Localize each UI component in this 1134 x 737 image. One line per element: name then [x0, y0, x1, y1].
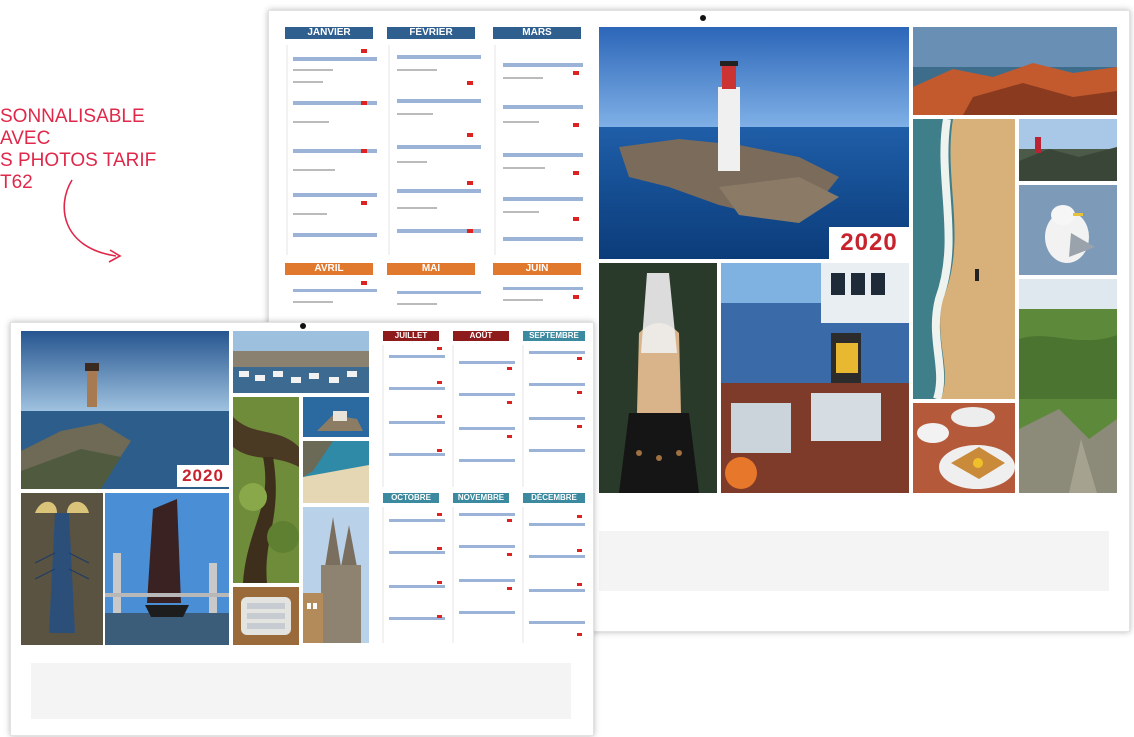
front-calendar-footer-area	[31, 663, 571, 719]
year-badge-back-text: 2020	[840, 229, 898, 256]
photo-cathedral-town	[303, 507, 369, 643]
year-badge-back: 2020	[829, 227, 909, 259]
photo-small-island-house	[303, 397, 369, 437]
curved-arrow-icon	[63, 179, 122, 263]
photo-seagull	[1019, 185, 1117, 275]
photo-lighthouse-on-rocks: 2020	[599, 27, 909, 259]
month-grid-q1	[283, 41, 587, 259]
year-badge-front: 2020	[177, 465, 229, 487]
photo-lobster	[21, 493, 103, 645]
photo-heathland	[1019, 279, 1117, 493]
photo-sailboat-bridge	[105, 493, 229, 645]
promo-caption-line1: SONNALISABLE AVEC	[0, 106, 145, 149]
month-header-mars: MARS	[493, 27, 581, 39]
year-badge-front-text: 2020	[182, 466, 224, 485]
month-grid-q2	[283, 277, 587, 327]
pin-icon	[700, 15, 706, 21]
month-grid-q3	[381, 343, 587, 489]
month-grid-q4	[381, 505, 587, 645]
back-calendar-footer-area	[599, 531, 1109, 591]
month-header-septembre: SEPTEMBRE	[523, 331, 585, 341]
photo-sardine-can	[233, 587, 299, 645]
month-header-mai: MAI	[387, 263, 475, 275]
front-calendar-sheet: 2020 JUILLET AOÛT SEPTEMBRE OCTOBRE NOVE…	[10, 322, 594, 736]
month-header-octobre: OCTOBRE	[383, 493, 439, 503]
photo-harbour	[233, 331, 369, 393]
photo-pink-granite-coast	[913, 27, 1117, 115]
month-header-juillet: JUILLET	[383, 331, 439, 341]
month-header-janvier: JANVIER	[285, 27, 373, 39]
photo-fishing-boat-crew	[721, 263, 909, 493]
photo-lighthouse-coast: 2020	[21, 331, 229, 489]
photo-beach-surfer	[913, 119, 1015, 399]
photo-breton-headdress	[599, 263, 717, 493]
month-header-juin: JUIN	[493, 263, 581, 275]
month-header-novembre: NOVEMBRE	[453, 493, 509, 503]
month-header-aout: AOÛT	[453, 331, 509, 341]
photo-crepes	[913, 403, 1015, 493]
photo-twisted-tree	[233, 397, 299, 583]
photo-hiker	[1019, 119, 1117, 181]
month-header-fevrier: FÉVRIER	[387, 27, 475, 39]
pin-icon	[300, 323, 306, 329]
month-header-decembre: DÉCEMBRE	[523, 493, 585, 503]
month-header-avril: AVRIL	[285, 263, 373, 275]
photo-beach-cove	[303, 441, 369, 503]
